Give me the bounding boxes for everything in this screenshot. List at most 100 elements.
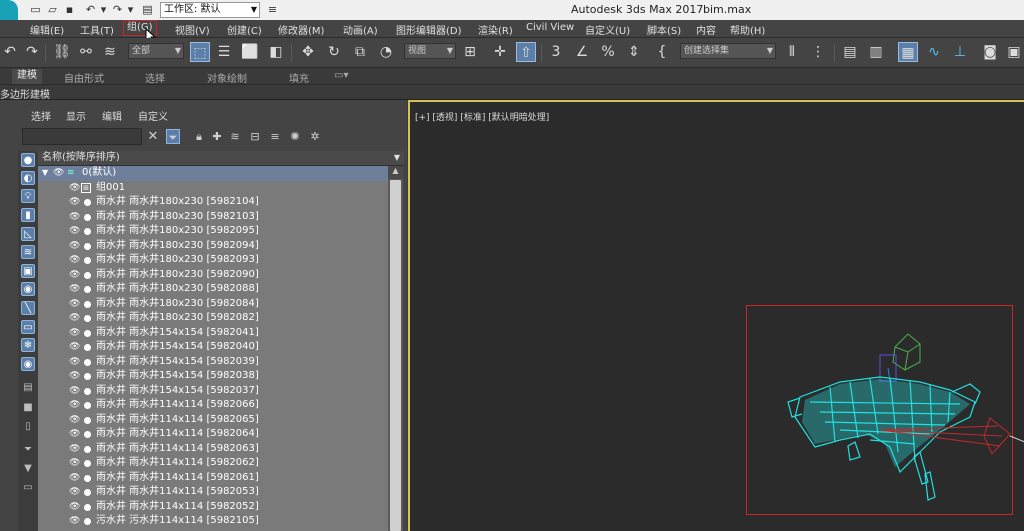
eye-icon[interactable]: 👁︎ [69, 514, 80, 528]
angle-snap-icon[interactable]: ∠ [572, 42, 592, 62]
redo-icon[interactable]: ↷ [111, 3, 124, 16]
layer-stack-icon[interactable]: ≡ [268, 129, 282, 144]
scroll-up-icon[interactable]: ▲ [388, 166, 403, 179]
filter-bones-icon[interactable]: ╲ [21, 301, 35, 315]
menu-scripting[interactable]: 脚本(S) [647, 22, 681, 37]
expand-triangle-icon[interactable]: ▼ [42, 166, 48, 180]
select-and-scale-icon[interactable]: ⧉ [350, 42, 370, 62]
ribbon-tab-object-paint[interactable]: 对象绘制 [207, 70, 247, 85]
eye-icon[interactable]: 👁︎ [69, 282, 80, 296]
clear-search-icon[interactable]: ✕ [146, 129, 160, 144]
undo-icon[interactable]: ↶ [84, 3, 97, 16]
project-folder-icon[interactable]: ▤ [141, 3, 154, 16]
perspective-viewport[interactable]: [+] [透视] [标准] [默认明暗处理] [408, 100, 1024, 531]
select-and-place-icon[interactable]: ◔ [376, 42, 396, 62]
render-setup-icon[interactable]: ▣ [1004, 42, 1024, 62]
list-item[interactable]: 👁︎ 雨水井 雨水井114x114 [5982065] [38, 413, 388, 428]
list-item[interactable]: 👁︎ 雨水井 雨水井114x114 [5982063] [38, 442, 388, 457]
ribbon-panel-polygon-modeling[interactable]: 多边形建模 [0, 86, 50, 101]
filter-groups-icon[interactable]: ▣ [21, 264, 35, 278]
list-item[interactable]: 👁︎ 雨水井 雨水井180x230 [5982090] [38, 268, 388, 283]
eye-icon[interactable]: 👁︎ [69, 355, 80, 369]
curve-editor-icon[interactable]: ∿ [924, 42, 944, 62]
undo-icon[interactable]: ↶ [0, 42, 20, 62]
eye-icon[interactable]: 👁︎ [69, 398, 80, 412]
select-object-icon[interactable]: ⬚ [190, 42, 210, 62]
filter-space-warps-icon[interactable]: ≋ [21, 245, 35, 259]
viewport-label[interactable]: [+] [透视] [标准] [默认明暗处理] [415, 110, 549, 123]
select-manipulate-icon[interactable]: ✛ [490, 42, 510, 62]
list-item[interactable]: 👁︎ 雨水井 雨水井114x114 [5982052] [38, 500, 388, 515]
layer-row[interactable]: ▼ 👁︎ ≋ 0(默认) [38, 166, 388, 181]
menu-modifiers[interactable]: 修改器(M) [278, 22, 324, 37]
list-item[interactable]: 👁︎ 雨水井 雨水井180x230 [5982082] [38, 311, 388, 326]
eye-icon[interactable]: 👁︎ [69, 311, 80, 325]
eye-icon[interactable]: 👁︎ [69, 239, 80, 253]
eye-icon[interactable]: 👁︎ [69, 369, 80, 383]
ribbon-tab-freeform[interactable]: 自由形式 [64, 70, 104, 85]
select-and-move-icon[interactable]: ✥ [298, 42, 318, 62]
menu-animation[interactable]: 动画(A) [343, 22, 378, 37]
unlink-icon[interactable]: ⚯ [76, 42, 96, 62]
eye-icon[interactable]: 👁︎ [69, 485, 80, 499]
select-and-rotate-icon[interactable]: ↻ [324, 42, 344, 62]
spinner-snap-icon[interactable]: ⇕ [624, 42, 644, 62]
add-to-layer-icon[interactable]: ✚ [210, 129, 224, 144]
menu-create[interactable]: 创建(C) [227, 22, 262, 37]
filter-funnel-icon[interactable]: ⏷ [21, 443, 35, 457]
save-icon[interactable]: ▪ [63, 3, 76, 16]
menu-help[interactable]: 帮助(H) [730, 22, 765, 37]
eye-icon[interactable]: 👁︎ [69, 253, 80, 267]
filter-funnel-2-icon[interactable]: ▼ [21, 462, 35, 476]
display-all-icon[interactable]: ▤ [21, 381, 35, 395]
eye-icon[interactable]: 👁︎ [69, 384, 80, 398]
open-folder-icon[interactable]: ▱ [46, 3, 59, 16]
redo-icon[interactable]: ↷ [22, 42, 42, 62]
explorer-scrollbar[interactable]: ▲ [388, 166, 403, 531]
material-editor-icon[interactable]: ◙ [980, 42, 1000, 62]
filter-particles-icon[interactable]: ❄ [21, 338, 35, 352]
scrollbar-thumb[interactable] [390, 180, 401, 531]
eye-icon[interactable]: 👁︎ [69, 500, 80, 514]
eye-icon[interactable]: 👁︎ [69, 297, 80, 311]
select-by-name-icon[interactable]: ☰ [214, 42, 234, 62]
percent-snap-icon[interactable]: % [598, 42, 618, 62]
eye-icon[interactable]: 👁︎ [69, 210, 80, 224]
eye-icon[interactable]: 👁︎ [69, 442, 80, 456]
menu-edit[interactable]: 编辑(E) [30, 22, 64, 37]
list-item[interactable]: 👁︎ 雨水井 雨水井180x230 [5982094] [38, 239, 388, 254]
list-item[interactable]: 👁︎ 雨水井 雨水井114x114 [5982061] [38, 471, 388, 486]
ribbon-tab-modeling[interactable]: 建模 [12, 69, 42, 84]
customize-quick-access-icon[interactable]: ≡ [266, 3, 279, 16]
explorer-search-input[interactable] [22, 128, 142, 145]
align-icon[interactable]: ⋮ [808, 42, 828, 62]
list-item[interactable]: 👁︎ 雨水井 雨水井180x230 [5982084] [38, 297, 388, 312]
display-none-icon[interactable]: ■ [21, 401, 35, 415]
list-item[interactable]: 👁︎ 雨水井 雨水井154x154 [5982037] [38, 384, 388, 399]
list-item[interactable]: 👁︎ 雨水井 雨水井114x114 [5982053] [38, 485, 388, 500]
select-and-link-icon[interactable]: ⛓ [52, 42, 72, 62]
explorer-column-header[interactable]: 名称(按降序排序) ▼ [38, 151, 404, 166]
eye-icon[interactable]: 👁︎ [69, 224, 80, 238]
display-invert-icon[interactable]: ▯ [21, 420, 35, 434]
list-item[interactable]: 👁︎ 雨水井 雨水井180x230 [5982103] [38, 210, 388, 225]
eye-icon[interactable]: 👁︎ [53, 166, 64, 180]
lock-icon[interactable]: 🔒︎ [192, 129, 206, 144]
eye-icon[interactable]: 👁︎ [69, 456, 80, 470]
toggle-ribbon-icon[interactable]: ▥ [866, 42, 886, 62]
mirror-icon[interactable]: ⫴ [782, 42, 802, 62]
redo-dropdown-icon[interactable]: ▾ [124, 3, 137, 16]
filter-geometry-icon[interactable]: ● [21, 153, 35, 167]
keyboard-shortcut-override-icon[interactable]: ⇧ [516, 42, 536, 62]
new-file-icon[interactable]: ▭ [29, 3, 42, 16]
eye-icon[interactable]: 👁︎ [69, 427, 80, 441]
list-item[interactable]: 👁︎ 污水井 污水井114x114 [5982105] [38, 514, 388, 529]
list-item[interactable]: 👁︎ 雨水井 雨水井154x154 [5982039] [38, 355, 388, 370]
wireframe-model[interactable] [780, 322, 1024, 502]
menu-rendering[interactable]: 渲染(R) [478, 22, 513, 37]
list-item[interactable]: 👁︎ 雨水井 雨水井180x230 [5982093] [38, 253, 388, 268]
explorer-menu-display[interactable]: 显示 [66, 108, 86, 123]
list-item[interactable]: 👁︎ 雨水井 雨水井154x154 [5982041] [38, 326, 388, 341]
reference-coordinate-combo[interactable]: 视图 ▼ [404, 43, 456, 59]
window-crossing-icon[interactable]: ◧ [266, 42, 286, 62]
